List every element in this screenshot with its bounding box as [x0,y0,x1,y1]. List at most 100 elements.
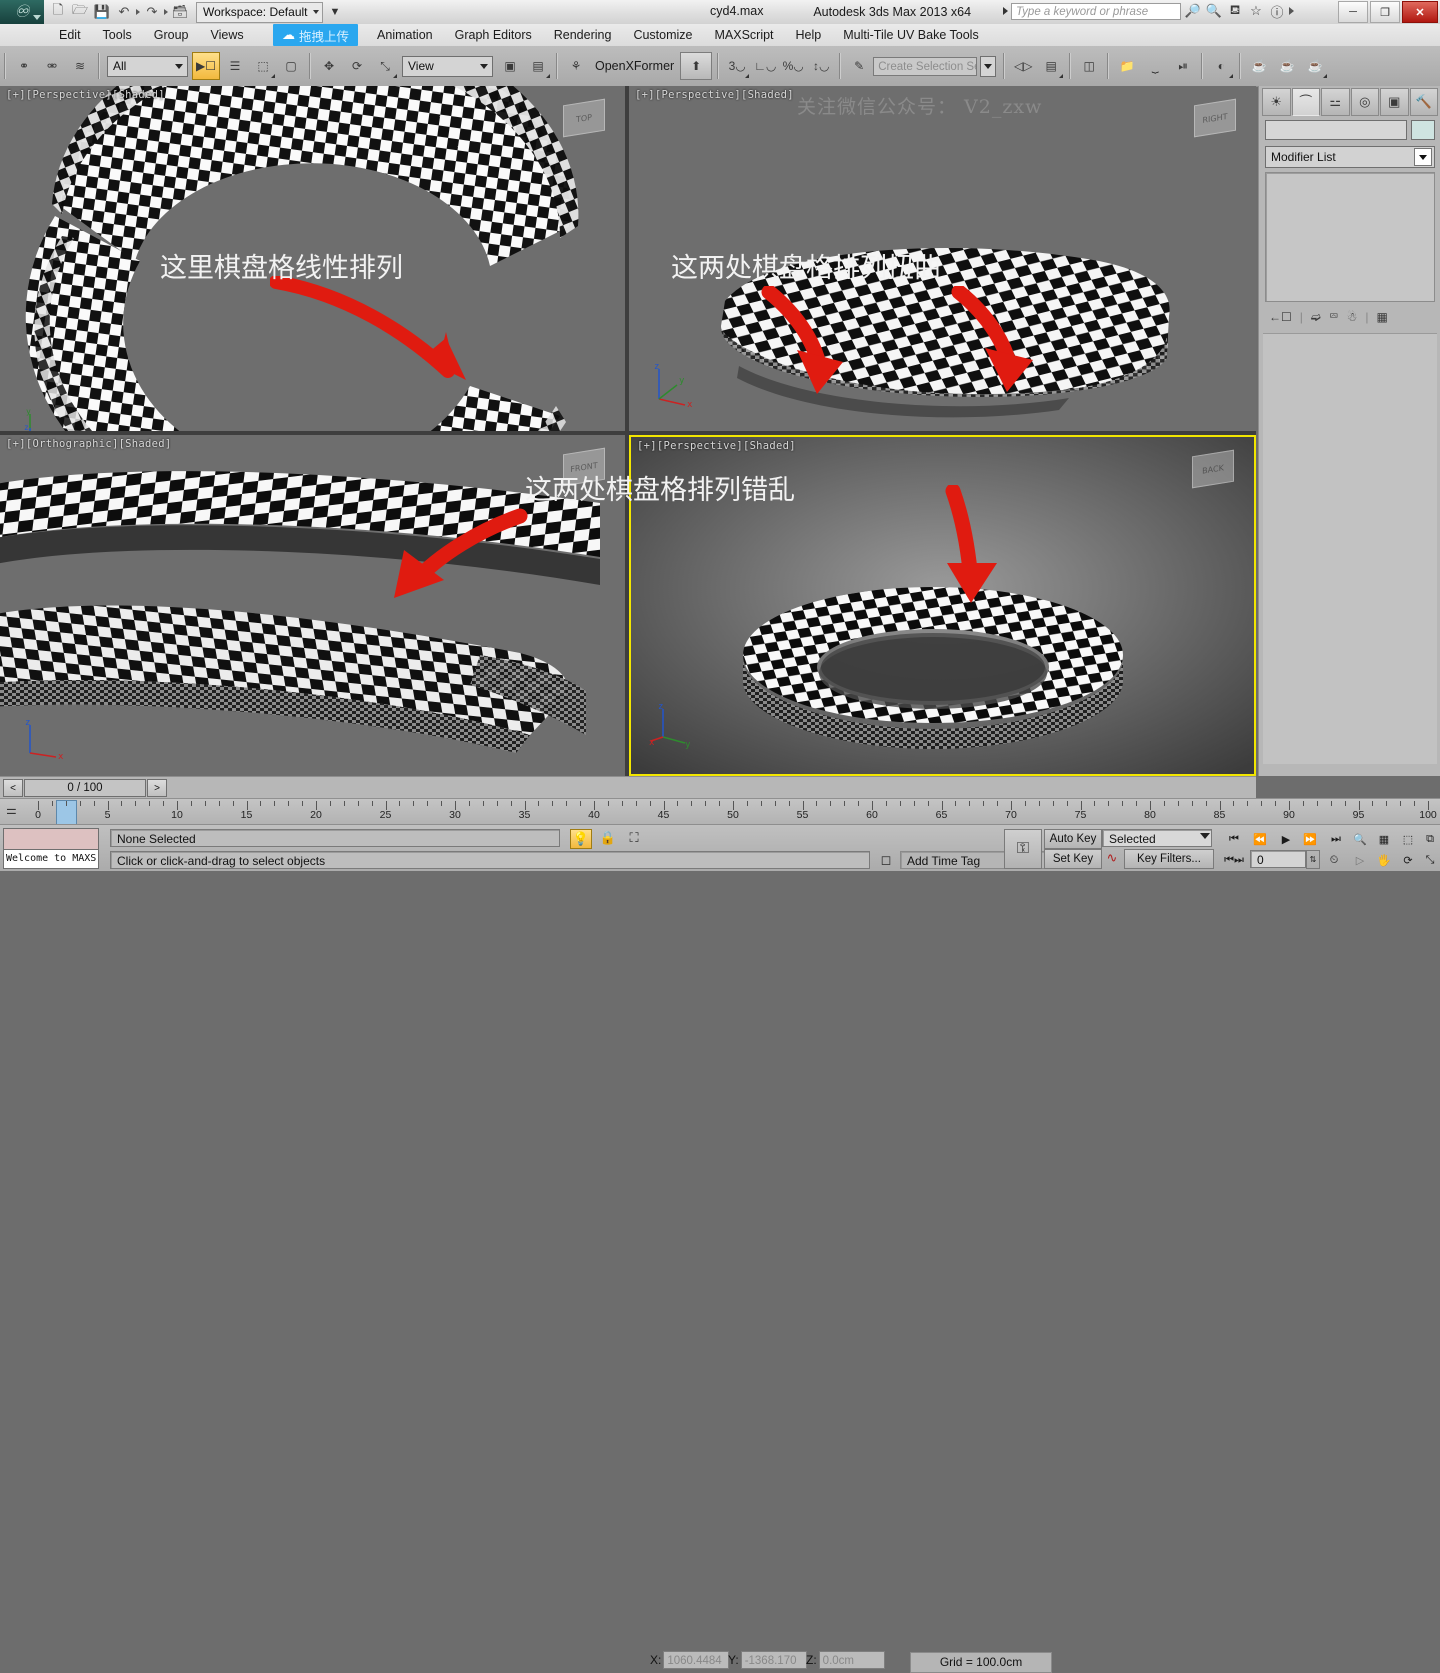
menu-item-group[interactable]: Group [143,24,200,46]
percent-snap-icon[interactable]: %◡ [780,53,806,79]
viewcube-br[interactable]: BACK [1192,449,1236,493]
key-toggle-icon[interactable]: ⚿ [1004,829,1042,869]
snaps-toggle-icon[interactable]: 3◡ [724,53,750,79]
viewport-top-left[interactable]: [+][Perspective][Shaded] 这里棋盘格线性排列 TOP y… [0,86,625,431]
display-tab[interactable]: ▣ [1380,88,1409,116]
restore-button[interactable]: ❐ [1370,1,1400,23]
frame-spinner-icon[interactable]: ⇅ [1306,850,1320,869]
go-to-end-button[interactable]: ⏭ [1324,829,1348,849]
menu-item-tools[interactable]: Tools [92,24,143,46]
coord-x-input[interactable]: 1060.4484 [663,1651,730,1669]
object-name-input[interactable] [1265,120,1407,140]
play-animation-button[interactable]: ▶ [1274,829,1298,849]
workspace-overflow-icon[interactable]: ▼ [330,6,341,18]
menu-item-graph-editors[interactable]: Graph Editors [444,24,543,46]
zoom-all-icon[interactable]: ▦ [1372,829,1396,849]
orbit-icon[interactable]: ⟳ [1396,850,1420,870]
curve-editor-icon[interactable]: ⏟ [1142,53,1168,79]
maxscript-mini-listener[interactable]: Welcome to MAXS [3,828,99,869]
modify-tab[interactable]: ⏜ [1291,88,1320,116]
window-crossing-icon[interactable]: ▢ [278,53,304,79]
redo-icon[interactable]: ↷ [142,2,162,22]
schematic-view-icon[interactable]: ⏯ [1170,53,1196,79]
render-production-icon[interactable]: ☕ [1302,53,1328,79]
menu-item-animation[interactable]: Animation [366,24,444,46]
maxscript-input-field[interactable] [3,828,99,850]
key-mode-dropdown[interactable]: Selected [1102,829,1212,847]
use-selection-center-icon[interactable]: ▤ [525,53,551,79]
viewport-top-right[interactable]: [+][Perspective][Shaded] 关注微信公众号： V2_zxw… [629,86,1256,431]
drag-upload-button[interactable]: ☁ 拖拽上传 [273,24,359,46]
field-of-view-icon[interactable]: ▷ [1348,850,1372,870]
align-icon[interactable]: ▤ [1038,53,1064,79]
modifier-stack-list[interactable] [1265,172,1435,302]
zoom-extents-all-icon[interactable]: ⧉ [1418,829,1440,849]
maximize-viewport-toggle-icon[interactable]: ⤡ [1418,850,1440,870]
menu-item-help[interactable]: Help [785,24,833,46]
open-file-icon[interactable]: 🗁 [70,2,90,22]
select-link-icon[interactable]: ⚭ [11,53,37,79]
absolute-relative-transform-icon[interactable]: ⛶ [624,829,644,847]
coord-z-input[interactable]: 0.0cm [818,1651,885,1669]
menu-item-multi-tile-uv-bake-tools[interactable]: Multi-Tile UV Bake Tools [832,24,989,46]
create-tab[interactable]: ☀ [1262,88,1291,116]
zoom-icon[interactable]: 🔍 [1348,829,1372,849]
remove-modifier-icon[interactable]: ☃ [1347,310,1358,324]
select-and-scale-icon[interactable]: ⤡ [372,53,398,79]
zoom-extents-icon[interactable]: ⬚ [1396,829,1420,849]
undo-dropdown-icon[interactable] [136,9,140,15]
configure-modifier-sets-icon[interactable]: ▦ [1376,310,1387,324]
redo-dropdown-icon[interactable] [164,9,168,15]
workspace-selector[interactable]: Workspace: Default [196,1,323,23]
utilities-tab[interactable]: 🔨 [1409,88,1438,116]
select-by-name-icon[interactable]: ☰ [222,53,248,79]
menu-item-rendering[interactable]: Rendering [543,24,623,46]
show-end-result-icon[interactable]: ➫ [1311,310,1321,324]
next-frame-button[interactable]: ⏩ [1298,829,1322,849]
help-dropdown-icon[interactable] [1289,7,1294,15]
application-menu-button[interactable]: ♾ [0,0,44,24]
new-file-icon[interactable]: 🗋 [48,2,68,22]
use-pivot-point-center-icon[interactable]: ▣ [497,53,523,79]
expand-search-icon[interactable] [1003,7,1008,15]
select-and-rotate-icon[interactable]: ⟳ [344,53,370,79]
rectangular-selection-region-icon[interactable]: ⬚ [250,53,276,79]
rendered-frame-window-icon[interactable]: ☕ [1274,53,1300,79]
material-editor-icon[interactable]: ◐ [1208,53,1234,79]
menu-item-edit[interactable]: Edit [48,24,92,46]
previous-key-button[interactable]: < [3,779,23,797]
menu-item-maxscript[interactable]: MAXScript [703,24,784,46]
reference-coordinate-system-dropdown[interactable]: View [402,55,493,77]
time-configuration-icon[interactable]: ⏲ [1322,850,1346,870]
menu-item-views[interactable]: Views [199,24,254,46]
search-input[interactable]: Type a keyword or phrase [1011,2,1181,20]
hierarchy-tab[interactable]: ⚍ [1321,88,1350,116]
previous-frame-button[interactable]: ⏪ [1248,829,1272,849]
mirror-icon[interactable]: ◁▷ [1010,53,1036,79]
object-color-swatch[interactable] [1411,120,1435,140]
angle-snap-icon[interactable]: ∟◡ [752,53,778,79]
layer-manager-icon[interactable]: ◫ [1076,53,1102,79]
key-filters-curve-icon[interactable]: ∿ [1102,849,1122,867]
edit-named-selection-sets-icon[interactable]: ✎ [846,53,872,79]
pin-stack-icon[interactable]: ←☐ [1269,310,1292,324]
next-key-button[interactable]: > [147,779,167,797]
favorites-star-icon[interactable]: ☆ [1247,2,1265,20]
menu-item-customize[interactable]: Customize [622,24,703,46]
selection-lock-icon[interactable]: 🔒 [598,829,618,847]
isolate-selection-icon[interactable]: 💡 [570,829,592,849]
search-binoculars-icon[interactable]: 🔎 [1184,2,1202,20]
timeline-ruler[interactable]: ⚌ 0 5 10 15 20 25 30 35 40 45 50 55 60 65 70 75 80 85 90 95… [0,798,1440,826]
named-selection-dropdown[interactable] [980,55,997,77]
render-setup-icon[interactable]: ☕ [1246,53,1272,79]
project-folder-icon[interactable]: 🗃 [170,2,190,22]
help-question-icon[interactable]: ⓘ [1268,2,1286,20]
pan-view-icon[interactable]: 🖐 [1372,850,1396,870]
openxformer-icon[interactable]: ⚘ [563,53,589,79]
selection-filter-dropdown[interactable]: All [107,55,188,77]
undo-icon[interactable]: ↶ [114,2,134,22]
viewcube-tr[interactable]: RIGHT [1194,98,1238,142]
minimize-button[interactable]: ─ [1338,1,1368,23]
compass-icon[interactable]: ⛾ [1226,2,1244,20]
select-and-move-icon[interactable]: ✥ [316,53,342,79]
